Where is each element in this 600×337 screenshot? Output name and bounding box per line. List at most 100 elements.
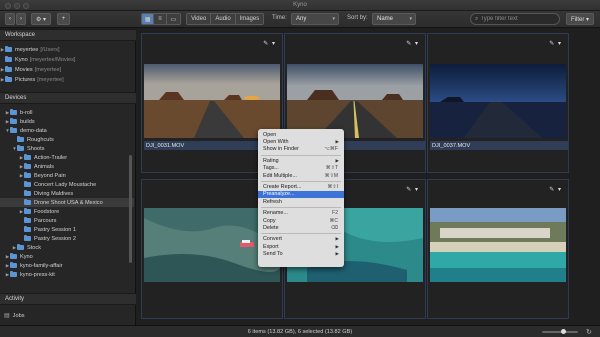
device-item[interactable]: Roughcuts	[0, 135, 134, 144]
workspace-item-kyno[interactable]: Kyno [meyertee/Movies]	[0, 55, 134, 64]
device-item[interactable]: ▶ kyno-press-kit	[0, 270, 134, 279]
tag-icon[interactable]: ✎ ▾	[406, 186, 419, 193]
menu-item-tags[interactable]: Tags... ⌘⇧T	[258, 165, 344, 172]
workspace-item-label: meyertee	[15, 46, 39, 53]
menu-item-label: Refresh	[263, 198, 282, 205]
menu-item-preanalyze[interactable]: Preanalyze...	[258, 190, 344, 199]
item-filename	[144, 284, 282, 293]
menu-item-label: Copy	[263, 217, 276, 224]
device-item-selected[interactable]: Drone Shoot USA & Mexico	[0, 198, 134, 207]
menu-item-label: Show in Finder	[263, 146, 299, 153]
device-item-label: Stock	[27, 244, 41, 251]
folder-icon	[24, 190, 31, 196]
refresh-icon[interactable]: ↻	[586, 328, 592, 336]
menu-shortcut: ⌘⇧T	[325, 165, 338, 172]
selection-summary: 6 items (13.82 GB), 6 selected (13.82 GB…	[247, 329, 353, 335]
menu-item-send-to[interactable]: Send To ▶	[258, 250, 344, 257]
filter-button[interactable]: Filter ▾	[566, 13, 594, 25]
sidebar-scrollbar[interactable]	[129, 155, 132, 263]
workspace-item-label: Kyno	[15, 56, 28, 63]
devices-section-header: Devices	[0, 92, 136, 104]
search-input[interactable]	[480, 16, 556, 22]
menu-item-convert[interactable]: Convert ▶	[258, 236, 344, 243]
device-item-label: Roughcuts	[27, 136, 54, 143]
folder-icon	[24, 199, 31, 205]
device-item[interactable]: Parcours	[0, 216, 134, 225]
menu-item-edit-multiple[interactable]: Edit Multiple... ⌘⇧M	[258, 172, 344, 179]
video-thumbnail	[287, 64, 423, 138]
device-item[interactable]: ▼ Shoots	[0, 144, 134, 153]
device-item[interactable]: ▶ Animals	[0, 162, 134, 171]
device-item[interactable]: ▼ demo-data	[0, 126, 134, 135]
device-item[interactable]: Diving Maldives	[0, 189, 134, 198]
filter-video[interactable]: Video	[187, 14, 212, 24]
menu-item-rating[interactable]: Rating ▶	[258, 157, 344, 164]
menu-item-label: Rename...	[263, 210, 288, 217]
sort-select[interactable]: Name ▾	[372, 13, 416, 25]
tag-icon[interactable]: ✎ ▾	[549, 40, 562, 47]
thumbnail-size-slider[interactable]	[542, 329, 578, 334]
activity-item-jobs[interactable]: ▤ Jobs	[0, 311, 134, 320]
jobs-icon: ▤	[4, 313, 10, 319]
menu-item-delete[interactable]: Delete ⌫	[258, 224, 344, 231]
device-item[interactable]: Concert Lady Moustache	[0, 180, 134, 189]
device-item[interactable]: ▶ Action-Trailer	[0, 153, 134, 162]
menu-item-label: Delete	[263, 224, 279, 231]
grid-item[interactable]: ✎ ▾	[427, 179, 569, 319]
tag-icon[interactable]: ✎ ▾	[263, 40, 276, 47]
folder-icon	[24, 235, 31, 241]
gear-menu-button[interactable]: ⚙ ▾	[31, 13, 51, 25]
menu-item-rename[interactable]: Rename... F2	[258, 210, 344, 217]
device-item-label: Foodstore	[34, 208, 60, 215]
menu-item-refresh[interactable]: Refresh	[258, 198, 344, 205]
toolbar: ‹ › ⚙ ▾ + ▦ ≡ ▭ Video Audio Images Time:…	[0, 11, 600, 28]
menu-item-label: Rating	[263, 157, 279, 164]
device-item-label: Drone Shoot USA & Mexico	[34, 199, 103, 206]
workspace-item-movies[interactable]: ▶ Movies [meyertee]	[0, 65, 134, 74]
device-item[interactable]: ▶ kyno-family-affair	[0, 261, 134, 270]
time-select[interactable]: Any ▾	[291, 13, 339, 25]
device-item[interactable]: ▶ Beyond Pain	[0, 171, 134, 180]
device-item-label: Diving Maldives	[34, 190, 74, 197]
menu-item-label: Export	[263, 243, 279, 250]
workspace-item-meyertee[interactable]: ▶ meyertee [/Users]	[0, 45, 134, 54]
time-select-value: Any	[296, 16, 307, 22]
folder-icon	[10, 271, 17, 277]
tag-icon[interactable]: ✎ ▾	[549, 186, 562, 193]
menu-item-create-report[interactable]: Create Report... ⌘⇧I	[258, 183, 344, 190]
menu-item-export[interactable]: Export ▶	[258, 243, 344, 250]
device-item[interactable]: ▶ b-roll	[0, 108, 134, 117]
back-button[interactable]: ‹	[5, 13, 15, 25]
device-item[interactable]: Pastry Session 1	[0, 225, 134, 234]
device-item[interactable]: ▶ Foodstore	[0, 207, 134, 216]
menu-shortcut: ⌘⇧M	[324, 172, 338, 179]
filter-audio[interactable]: Audio	[211, 14, 236, 24]
forward-button[interactable]: ›	[16, 13, 26, 25]
device-item[interactable]: ▶ builds	[0, 117, 134, 126]
single-view-icon[interactable]: ▭	[166, 14, 180, 24]
tag-icon[interactable]: ✎ ▾	[406, 40, 419, 47]
workspace-item-path: [meyertee/Movies]	[29, 56, 76, 63]
device-item-label: Pastry Session 2	[34, 235, 76, 242]
workspace-item-path: [meyertee]	[34, 66, 62, 73]
device-item[interactable]: Pastry Session 2	[0, 234, 134, 243]
add-folder-button[interactable]: +	[57, 13, 70, 25]
menu-shortcut: ⌫	[330, 224, 338, 231]
status-bar: 6 items (13.82 GB), 6 selected (13.82 GB…	[0, 325, 600, 337]
grid-view-icon[interactable]: ▦	[142, 14, 155, 24]
workspace-item-label: Movies	[15, 66, 33, 73]
submenu-arrow-icon: ▶	[335, 157, 339, 163]
menu-item-show-in-finder[interactable]: Show in Finder ⌥⌘F	[258, 146, 344, 153]
device-item[interactable]: ▶ Stock	[0, 243, 134, 252]
filter-images[interactable]: Images	[235, 14, 263, 24]
list-view-icon[interactable]: ≡	[154, 14, 167, 24]
workspace-item-pictures[interactable]: ▶ Pictures [meyertee]	[0, 75, 134, 84]
menu-item-copy[interactable]: Copy ⌘C	[258, 217, 344, 224]
search-field[interactable]: ⌕	[470, 13, 560, 25]
device-item[interactable]: ▶ Kyno	[0, 252, 134, 261]
folder-icon	[17, 244, 24, 250]
grid-item[interactable]: ✎ ▾ DJI_0037.MOV	[427, 33, 569, 173]
device-item-label: kyno-press-kit	[20, 271, 55, 278]
menu-item-open-with[interactable]: Open With ▶	[258, 138, 344, 145]
menu-item-open[interactable]: Open	[258, 131, 344, 138]
